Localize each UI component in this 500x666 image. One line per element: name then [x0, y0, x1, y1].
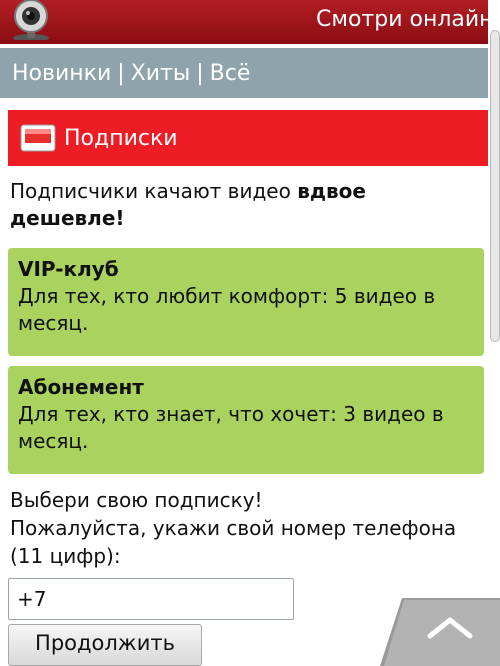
nav-separator: |	[117, 60, 125, 86]
nav-link-new[interactable]: Новинки	[12, 61, 111, 86]
nav-separator: |	[196, 60, 204, 86]
plan-description: Для тех, кто любит комфорт: 5 видео в ме…	[18, 284, 436, 335]
phone-input[interactable]	[8, 578, 294, 620]
nav-bar: Новинки | Хиты | Всё	[0, 48, 500, 98]
phone-prompt: Пожалуйста, укажи свой номер телефона (1…	[10, 516, 457, 568]
tv-icon	[20, 124, 56, 152]
plan-title: Абонемент	[18, 375, 144, 399]
choose-text: Выбери свою подписку!	[10, 488, 263, 512]
chevron-up-icon[interactable]	[380, 598, 500, 666]
section-title: Подписки	[64, 125, 178, 151]
intro-plain: Подписчики качают видео	[10, 179, 298, 203]
nav-link-all[interactable]: Всё	[210, 61, 251, 86]
scrollbar-thumb[interactable]	[490, 30, 500, 342]
plan-card-vip[interactable]: VIP-клуб Для тех, кто любит комфорт: 5 в…	[8, 248, 484, 356]
plan-title: VIP-клуб	[18, 257, 119, 281]
intro-text: Подписчики качают видео вдвое дешевле!	[10, 178, 480, 232]
plan-card-subscription[interactable]: Абонемент Для тех, кто знает, что хочет:…	[8, 366, 484, 474]
webcam-icon	[13, 0, 49, 40]
site-title: Смотри онлайн	[316, 7, 494, 32]
continue-button[interactable]: Продолжить	[8, 624, 202, 666]
top-bar: Смотри онлайн	[0, 0, 500, 44]
plan-description: Для тех, кто знает, что хочет: 3 видео в…	[18, 402, 444, 453]
form-prompt: Выбери свою подписку! Пожалуйста, укажи …	[10, 486, 480, 570]
nav-link-hits[interactable]: Хиты	[131, 61, 191, 86]
subscriptions-header: Подписки	[8, 110, 500, 166]
